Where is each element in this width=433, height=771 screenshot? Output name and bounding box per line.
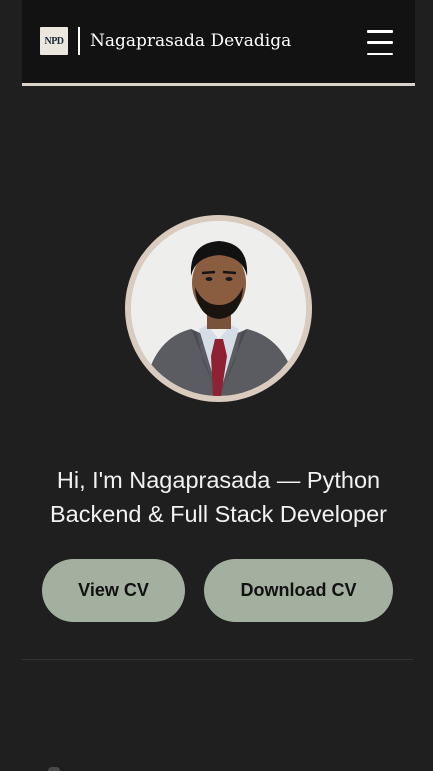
view-cv-button[interactable]: View CV <box>42 559 185 622</box>
profile-photo-icon <box>131 221 306 396</box>
brand-divider <box>78 27 80 55</box>
avatar <box>131 221 306 396</box>
navbar: NPD Nagaprasada Devadiga <box>22 0 415 86</box>
avatar-frame <box>125 215 312 402</box>
logo-text: NPD <box>44 35 64 47</box>
logo[interactable]: NPD <box>40 27 68 55</box>
hamburger-menu-icon[interactable] <box>367 30 393 55</box>
brand[interactable]: NPD Nagaprasada Devadiga <box>40 26 291 56</box>
download-cv-button[interactable]: Download CV <box>204 559 393 622</box>
section-divider <box>22 659 413 660</box>
hero-headline: Hi, I'm Nagaprasada — Python Backend & F… <box>50 466 387 527</box>
next-section-hint <box>48 767 60 771</box>
page: NPD Nagaprasada Devadiga Hi, I'm Nagapra… <box>0 0 433 771</box>
brand-name[interactable]: Nagaprasada Devadiga <box>90 31 291 51</box>
